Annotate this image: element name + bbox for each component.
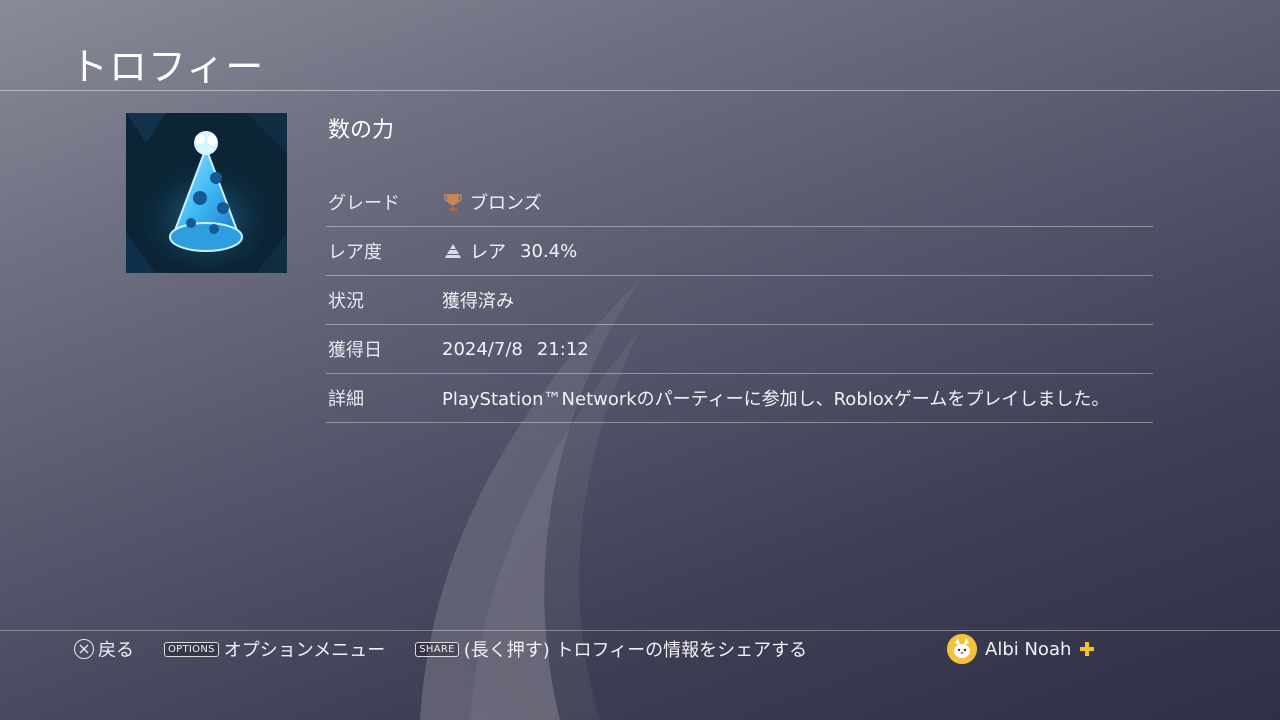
description-label: 詳細 — [328, 389, 364, 410]
detail-row-status: 状況 獲得済み — [326, 276, 1153, 325]
earned-time: 21:12 — [536, 338, 589, 360]
back-label: 戻る — [98, 640, 134, 661]
ps-plus-icon — [1079, 641, 1095, 657]
description-value: PlayStation™Networkのパーティーに参加し、Robloxゲームを… — [442, 389, 1110, 410]
share-key-badge: SHARE — [415, 641, 459, 657]
detail-row-grade: グレード ブロンズ — [326, 178, 1153, 227]
share-label: (長く押す) トロフィーの情報をシェアする — [463, 640, 808, 661]
options-key-badge: OPTIONS — [164, 641, 219, 657]
party-hat-icon — [126, 113, 287, 273]
detail-row-rarity: レア度 レア 30.4% — [326, 227, 1153, 276]
page-title: トロフィー — [70, 45, 265, 89]
user-info: Albi Noah — [947, 634, 1095, 664]
date-value: 2024/7/8 21:12 — [442, 339, 589, 360]
rarity-label: レア度 — [328, 242, 382, 263]
back-button[interactable]: 戻る — [74, 636, 134, 662]
grade-label: グレード — [328, 193, 400, 214]
user-name: Albi Noah — [985, 638, 1072, 660]
trophy-image — [126, 113, 287, 273]
earned-date: 2024/7/8 — [442, 338, 523, 360]
bronze-trophy-icon — [442, 191, 464, 213]
detail-row-description: 詳細 PlayStation™Networkのパーティーに参加し、Robloxゲ… — [326, 374, 1153, 423]
options-label: オプションメニュー — [223, 640, 386, 661]
avatar — [947, 634, 977, 664]
options-menu-button[interactable]: OPTIONS オプションメニュー — [164, 636, 385, 662]
cross-button-icon — [74, 639, 94, 659]
rarity-text: レア — [470, 242, 506, 263]
share-button[interactable]: SHARE (長く押す) トロフィーの情報をシェアする — [415, 636, 807, 662]
detail-row-date: 獲得日 2024/7/8 21:12 — [326, 325, 1153, 374]
trophy-details: グレード ブロンズ レア度 レア 30.4% 状況 獲得済み 獲得日 2024/… — [326, 178, 1153, 423]
header-divider — [0, 90, 1280, 91]
date-label: 獲得日 — [328, 340, 382, 361]
rarity-pyramid-icon — [442, 240, 464, 262]
trophy-name: 数の力 — [328, 118, 395, 143]
button-guide: 戻る OPTIONS オプションメニュー SHARE (長く押す) トロフィーの… — [74, 636, 837, 662]
rarity-value: レア 30.4% — [442, 238, 577, 264]
grade-text: ブロンズ — [470, 193, 542, 214]
status-value: 獲得済み — [442, 291, 514, 312]
status-label: 状況 — [328, 291, 364, 312]
grade-value: ブロンズ — [442, 189, 542, 215]
footer-divider — [0, 630, 1280, 631]
rarity-percent: 30.4% — [520, 240, 578, 262]
